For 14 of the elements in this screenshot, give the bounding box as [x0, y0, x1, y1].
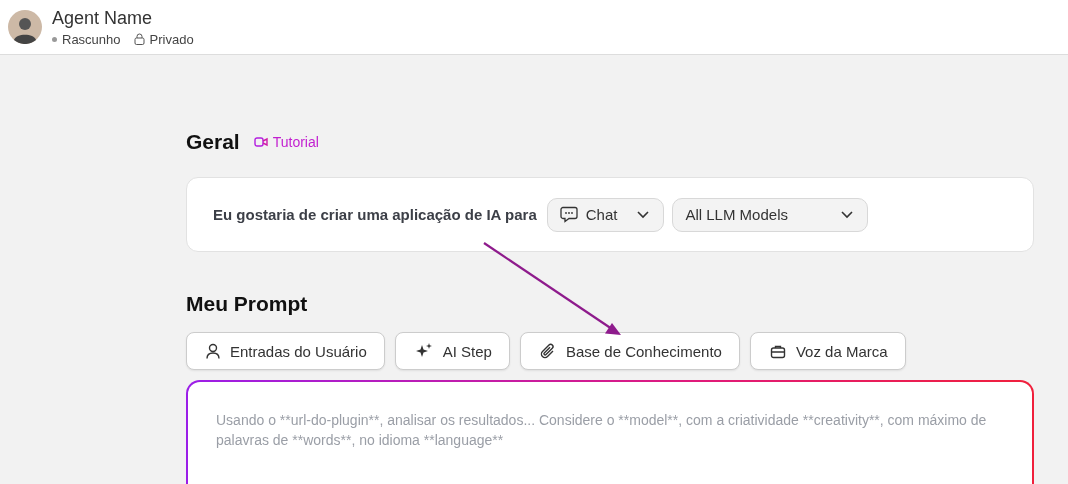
- section-title: Meu Prompt: [186, 292, 308, 316]
- model-dropdown[interactable]: All LLM Models: [672, 197, 869, 232]
- prompt-tool-button[interactable]: Voz da Marca: [749, 332, 906, 370]
- prompt-tool-button[interactable]: Base de Conhecimento: [519, 332, 740, 370]
- section-title: Geral: [186, 130, 240, 154]
- visibility-label: Privado: [149, 31, 194, 47]
- app-type-dropdown[interactable]: Chat: [546, 197, 665, 232]
- intro-sentence: Eu gostaria de criar uma aplicação de IA para: [213, 206, 537, 223]
- prompt-tool-button[interactable]: Entradas do Usuário: [186, 332, 385, 370]
- prompt-tool-button[interactable]: AI Step: [394, 332, 510, 370]
- status-label: Rascunho: [62, 31, 121, 47]
- tutorial-link[interactable]: Tutorial: [253, 134, 319, 150]
- agent-name: Agent Name: [52, 7, 154, 29]
- prompt-field[interactable]: Usando o **url-do-plugin**, analisar os resultados... Considere o **model**, com a criatividade **creativity**, com máximo de palavras de **words**, no idioma **language**: [186, 380, 1034, 484]
